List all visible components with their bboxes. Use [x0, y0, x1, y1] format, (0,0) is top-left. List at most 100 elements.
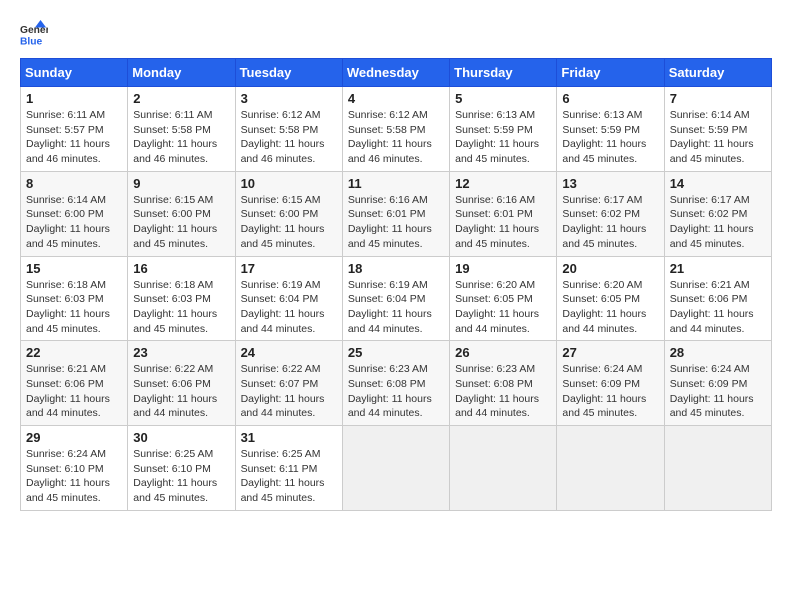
day-number: 10: [241, 176, 337, 191]
calendar-cell: 18 Sunrise: 6:19 AMSunset: 6:04 PMDayligh…: [342, 256, 449, 341]
weekday-header: Sunday: [21, 59, 128, 87]
calendar-cell: 31Sunrise: 6:25 AMSunset: 6:11 PMDayligh…: [235, 426, 342, 511]
calendar-cell: 17 Sunrise: 6:19 AMSunset: 6:04 PMDayligh…: [235, 256, 342, 341]
logo-icon: General Blue: [20, 20, 48, 48]
calendar-cell: 29 Sunrise: 6:24 AMSunset: 6:10 PMDayligh…: [21, 426, 128, 511]
day-info: Sunrise: 6:17 AMSunset: 6:02 PMDaylight:…: [562, 193, 658, 252]
weekday-header: Wednesday: [342, 59, 449, 87]
calendar-cell: 28 Sunrise: 6:24 AMSunset: 6:09 PMDayligh…: [664, 341, 771, 426]
calendar-cell: 10 Sunrise: 6:15 AMSunset: 6:00 PMDayligh…: [235, 171, 342, 256]
day-info: Sunrise: 6:25 AMSunset: 6:11 PMDaylight:…: [241, 447, 337, 506]
calendar-cell: [664, 426, 771, 511]
calendar-cell: 1 Sunrise: 6:11 AMSunset: 5:57 PMDaylight…: [21, 87, 128, 172]
day-info: Sunrise: 6:18 AMSunset: 6:03 PMDaylight:…: [26, 278, 122, 337]
svg-text:Blue: Blue: [20, 36, 43, 47]
day-info: Sunrise: 6:21 AMSunset: 6:06 PMDaylight:…: [26, 362, 122, 421]
calendar-cell: 9 Sunrise: 6:15 AMSunset: 6:00 PMDaylight…: [128, 171, 235, 256]
calendar-cell: 2Sunrise: 6:11 AMSunset: 5:58 PMDaylight…: [128, 87, 235, 172]
day-number: 22: [26, 345, 122, 360]
day-info: Sunrise: 6:24 AMSunset: 6:09 PMDaylight:…: [670, 362, 766, 421]
day-info: Sunrise: 6:25 AMSunset: 6:10 PMDaylight:…: [133, 447, 229, 506]
day-info: Sunrise: 6:11 AMSunset: 5:57 PMDaylight:…: [26, 108, 122, 167]
weekday-header: Tuesday: [235, 59, 342, 87]
calendar-cell: 4 Sunrise: 6:12 AMSunset: 5:58 PMDaylight…: [342, 87, 449, 172]
calendar-cell: 26Sunrise: 6:23 AMSunset: 6:08 PMDayligh…: [450, 341, 557, 426]
page-header: General Blue: [20, 20, 772, 48]
calendar-cell: 19Sunrise: 6:20 AMSunset: 6:05 PMDayligh…: [450, 256, 557, 341]
calendar-body: 1 Sunrise: 6:11 AMSunset: 5:57 PMDaylight…: [21, 87, 772, 511]
day-info: Sunrise: 6:22 AMSunset: 6:06 PMDaylight:…: [133, 362, 229, 421]
calendar-cell: 25Sunrise: 6:23 AMSunset: 6:08 PMDayligh…: [342, 341, 449, 426]
calendar-cell: 15 Sunrise: 6:18 AMSunset: 6:03 PMDayligh…: [21, 256, 128, 341]
calendar-cell: 20 Sunrise: 6:20 AMSunset: 6:05 PMDayligh…: [557, 256, 664, 341]
day-number: 29: [26, 430, 122, 445]
day-number: 2: [133, 91, 229, 106]
day-number: 1: [26, 91, 122, 106]
weekday-header: Thursday: [450, 59, 557, 87]
day-info: Sunrise: 6:17 AMSunset: 6:02 PMDaylight:…: [670, 193, 766, 252]
calendar-cell: 12 Sunrise: 6:16 AMSunset: 6:01 PMDayligh…: [450, 171, 557, 256]
calendar-week-row: 15 Sunrise: 6:18 AMSunset: 6:03 PMDayligh…: [21, 256, 772, 341]
day-info: Sunrise: 6:16 AMSunset: 6:01 PMDaylight:…: [348, 193, 444, 252]
day-info: Sunrise: 6:24 AMSunset: 6:09 PMDaylight:…: [562, 362, 658, 421]
day-info: Sunrise: 6:20 AMSunset: 6:05 PMDaylight:…: [562, 278, 658, 337]
day-number: 14: [670, 176, 766, 191]
day-number: 21: [670, 261, 766, 276]
day-number: 30: [133, 430, 229, 445]
day-info: Sunrise: 6:18 AMSunset: 6:03 PMDaylight:…: [133, 278, 229, 337]
calendar-week-row: 22 Sunrise: 6:21 AMSunset: 6:06 PMDayligh…: [21, 341, 772, 426]
day-info: Sunrise: 6:12 AMSunset: 5:58 PMDaylight:…: [241, 108, 337, 167]
day-info: Sunrise: 6:22 AMSunset: 6:07 PMDaylight:…: [241, 362, 337, 421]
day-number: 20: [562, 261, 658, 276]
calendar-cell: 24 Sunrise: 6:22 AMSunset: 6:07 PMDayligh…: [235, 341, 342, 426]
day-info: Sunrise: 6:12 AMSunset: 5:58 PMDaylight:…: [348, 108, 444, 167]
day-info: Sunrise: 6:15 AMSunset: 6:00 PMDaylight:…: [241, 193, 337, 252]
calendar-cell: 8 Sunrise: 6:14 AMSunset: 6:00 PMDaylight…: [21, 171, 128, 256]
day-number: 7: [670, 91, 766, 106]
calendar-cell: 3Sunrise: 6:12 AMSunset: 5:58 PMDaylight…: [235, 87, 342, 172]
calendar-week-row: 29 Sunrise: 6:24 AMSunset: 6:10 PMDayligh…: [21, 426, 772, 511]
calendar-cell: 23 Sunrise: 6:22 AMSunset: 6:06 PMDayligh…: [128, 341, 235, 426]
day-number: 9: [133, 176, 229, 191]
day-number: 11: [348, 176, 444, 191]
calendar-cell: 11 Sunrise: 6:16 AMSunset: 6:01 PMDayligh…: [342, 171, 449, 256]
day-number: 19: [455, 261, 551, 276]
day-number: 15: [26, 261, 122, 276]
calendar-table: SundayMondayTuesdayWednesdayThursdayFrid…: [20, 58, 772, 511]
day-number: 8: [26, 176, 122, 191]
day-info: Sunrise: 6:16 AMSunset: 6:01 PMDaylight:…: [455, 193, 551, 252]
calendar-cell: 21 Sunrise: 6:21 AMSunset: 6:06 PMDayligh…: [664, 256, 771, 341]
day-info: Sunrise: 6:14 AMSunset: 5:59 PMDaylight:…: [670, 108, 766, 167]
day-info: Sunrise: 6:23 AMSunset: 6:08 PMDaylight:…: [348, 362, 444, 421]
day-number: 4: [348, 91, 444, 106]
calendar-cell: 22 Sunrise: 6:21 AMSunset: 6:06 PMDayligh…: [21, 341, 128, 426]
day-number: 28: [670, 345, 766, 360]
day-info: Sunrise: 6:19 AMSunset: 6:04 PMDaylight:…: [241, 278, 337, 337]
day-number: 17: [241, 261, 337, 276]
day-number: 23: [133, 345, 229, 360]
calendar-header-row: SundayMondayTuesdayWednesdayThursdayFrid…: [21, 59, 772, 87]
day-info: Sunrise: 6:19 AMSunset: 6:04 PMDaylight:…: [348, 278, 444, 337]
day-info: Sunrise: 6:14 AMSunset: 6:00 PMDaylight:…: [26, 193, 122, 252]
day-info: Sunrise: 6:13 AMSunset: 5:59 PMDaylight:…: [562, 108, 658, 167]
day-number: 5: [455, 91, 551, 106]
day-info: Sunrise: 6:21 AMSunset: 6:06 PMDaylight:…: [670, 278, 766, 337]
day-number: 13: [562, 176, 658, 191]
calendar-cell: 14 Sunrise: 6:17 AMSunset: 6:02 PMDayligh…: [664, 171, 771, 256]
calendar-cell: 7 Sunrise: 6:14 AMSunset: 5:59 PMDaylight…: [664, 87, 771, 172]
day-number: 6: [562, 91, 658, 106]
calendar-week-row: 1 Sunrise: 6:11 AMSunset: 5:57 PMDaylight…: [21, 87, 772, 172]
weekday-header: Saturday: [664, 59, 771, 87]
day-number: 24: [241, 345, 337, 360]
day-info: Sunrise: 6:15 AMSunset: 6:00 PMDaylight:…: [133, 193, 229, 252]
calendar-cell: 16Sunrise: 6:18 AMSunset: 6:03 PMDayligh…: [128, 256, 235, 341]
weekday-header: Friday: [557, 59, 664, 87]
day-info: Sunrise: 6:24 AMSunset: 6:10 PMDaylight:…: [26, 447, 122, 506]
day-number: 12: [455, 176, 551, 191]
day-number: 18: [348, 261, 444, 276]
calendar-week-row: 8 Sunrise: 6:14 AMSunset: 6:00 PMDaylight…: [21, 171, 772, 256]
calendar-cell: 30 Sunrise: 6:25 AMSunset: 6:10 PMDayligh…: [128, 426, 235, 511]
calendar-cell: 13 Sunrise: 6:17 AMSunset: 6:02 PMDayligh…: [557, 171, 664, 256]
weekday-header: Monday: [128, 59, 235, 87]
calendar-cell: [342, 426, 449, 511]
